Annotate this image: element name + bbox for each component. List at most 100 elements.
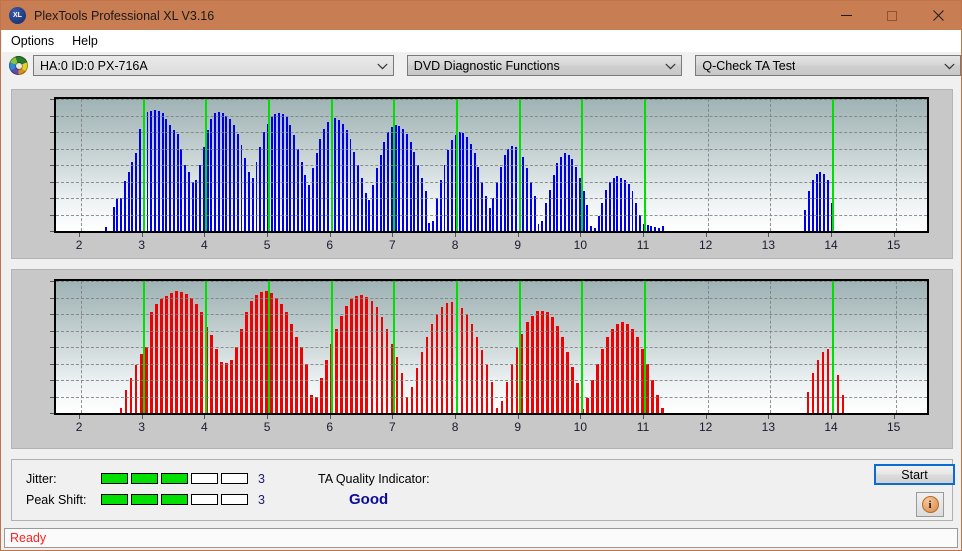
chart-bar <box>608 181 611 231</box>
chart-bar <box>646 363 649 413</box>
chart-bar <box>161 112 164 231</box>
x-axis-tick <box>204 415 206 419</box>
x-axis-label: 13 <box>761 238 776 252</box>
chart-bar <box>612 177 615 231</box>
meter-segment <box>221 473 248 484</box>
chart-bar <box>150 110 153 231</box>
track-marker-line <box>393 281 396 413</box>
chart-bar <box>138 128 141 231</box>
x-axis-tick <box>893 415 895 419</box>
chart-top-plot-area <box>54 97 929 233</box>
chart-bar <box>304 174 307 231</box>
gridline-horizontal <box>56 214 927 216</box>
peak-shift-chart-panel: 00.511.522.533.54 23456789101112131415 <box>11 269 953 449</box>
chart-bar <box>654 227 657 231</box>
maximize-icon[interactable] <box>869 1 915 30</box>
chart-bar <box>255 294 258 413</box>
chart-bar <box>623 179 626 231</box>
chart-bar <box>593 227 596 231</box>
chart-bar <box>636 337 639 413</box>
x-axis-label: 6 <box>326 238 334 252</box>
chart-bar <box>661 408 664 413</box>
x-axis-label: 10 <box>573 238 588 252</box>
chart-bar <box>300 161 303 231</box>
track-marker-line <box>393 99 396 231</box>
x-axis-tick <box>455 415 457 419</box>
chart-bar <box>395 356 399 413</box>
chart-bar <box>244 158 247 231</box>
window-title: PlexTools Professional XL V3.16 <box>34 8 215 23</box>
chart-bar <box>251 178 254 231</box>
chart-bar <box>469 143 472 231</box>
menu-item-options[interactable]: Options <box>2 31 63 51</box>
menu-item-help[interactable]: Help <box>63 31 107 51</box>
chart-bar <box>804 209 807 231</box>
chart-bar <box>596 363 599 413</box>
close-icon[interactable] <box>915 1 961 30</box>
chart-bar <box>375 168 378 231</box>
chart-bar <box>657 227 660 231</box>
chart-bar <box>217 112 220 231</box>
x-axis-tick <box>831 415 832 419</box>
chart-bar <box>134 365 138 413</box>
x-axis-label: 15 <box>886 238 901 252</box>
menu-bar: Options Help <box>2 30 961 52</box>
chart-bar <box>661 226 664 231</box>
chart-bar <box>566 351 569 413</box>
gridline-horizontal <box>56 297 927 299</box>
chart-bar <box>278 112 281 231</box>
chart-bar <box>310 394 313 413</box>
x-axis-label: 4 <box>201 238 208 252</box>
chart-bar <box>616 175 619 231</box>
x-axis-tick <box>705 415 707 419</box>
chart-bar <box>420 351 424 413</box>
x-axis-label: 4 <box>201 420 208 434</box>
info-button[interactable]: i <box>916 492 944 517</box>
x-axis-tick <box>79 415 81 419</box>
chart-bar <box>315 396 318 413</box>
chart-bar <box>319 138 322 231</box>
chart-bar <box>627 184 630 231</box>
chart-bar <box>410 386 414 413</box>
gridline-vertical <box>81 281 83 413</box>
track-marker-line <box>518 99 521 231</box>
function-select[interactable]: DVD Diagnostic Functions <box>406 55 683 76</box>
chart-bar <box>335 328 338 413</box>
chart-bar <box>409 141 412 231</box>
jitter-value: 3 <box>258 472 265 486</box>
track-marker-line <box>330 281 333 413</box>
x-axis-tick <box>141 415 143 419</box>
ta-quality-value: Good <box>349 491 389 508</box>
gridline-vertical <box>895 281 897 413</box>
jitter-label: Jitter: <box>26 472 57 486</box>
x-axis-tick <box>580 415 582 419</box>
x-axis-label: 5 <box>263 238 271 252</box>
chart-bar <box>590 226 593 231</box>
x-axis-tick <box>204 233 206 237</box>
chart-bar <box>485 365 489 413</box>
gridline-horizontal <box>56 281 927 282</box>
chart-bar <box>154 110 156 231</box>
meter-segment <box>101 473 128 484</box>
start-button[interactable]: Start <box>874 464 955 485</box>
chart-bar <box>124 389 128 413</box>
track-marker-line <box>581 99 584 231</box>
chart-bar <box>428 222 431 231</box>
ta-quality-label: TA Quality Indicator: <box>318 472 430 486</box>
chart-bar <box>815 174 818 231</box>
minimize-icon[interactable] <box>823 1 869 30</box>
chart-bar <box>522 156 525 231</box>
x-axis-tick <box>768 415 770 419</box>
gridline-horizontal <box>56 396 927 398</box>
chart-bar <box>413 151 416 231</box>
chart-bar <box>616 323 619 413</box>
gridline-vertical <box>707 281 709 413</box>
gridline-horizontal <box>56 148 927 150</box>
chart-bar <box>561 337 564 413</box>
drive-select[interactable]: HA:0 ID:0 PX-716A <box>33 55 394 76</box>
chart-bar <box>488 207 491 231</box>
x-axis-label: 5 <box>263 420 271 434</box>
test-select[interactable]: Q-Check TA Test <box>695 55 961 76</box>
peak-shift-meter <box>101 494 248 505</box>
x-axis-label: 12 <box>698 238 713 252</box>
